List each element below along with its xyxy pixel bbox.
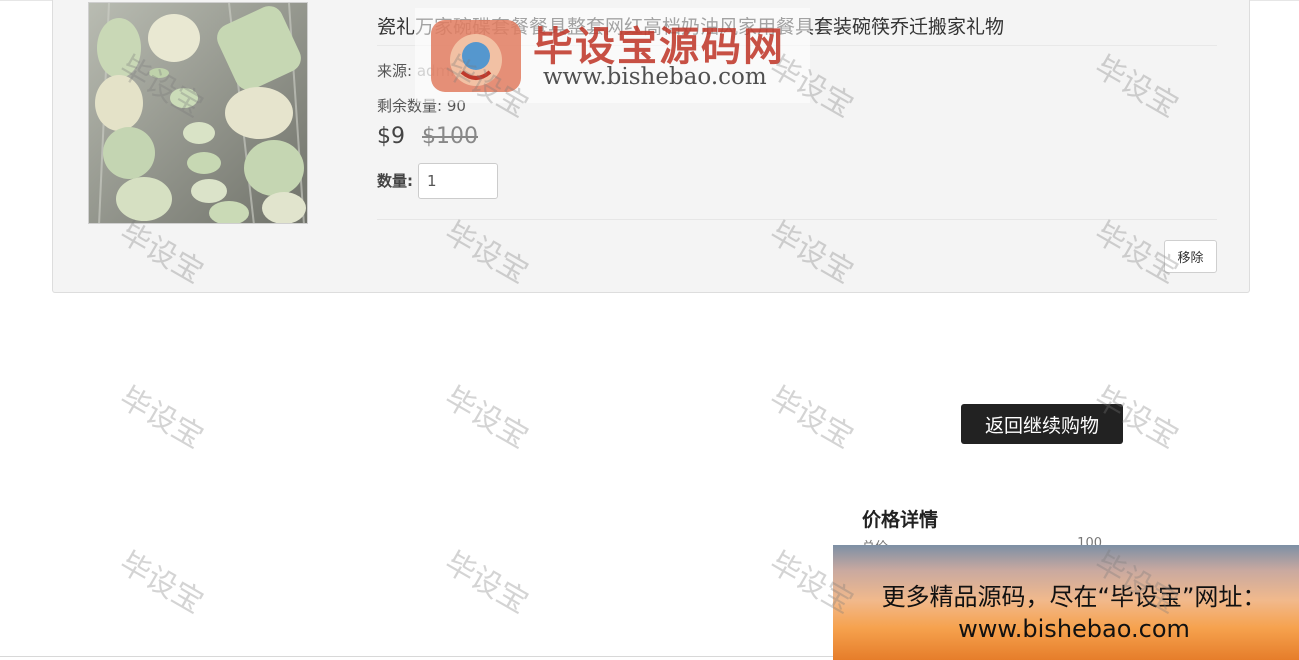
price-details-heading: 价格详情 [862,509,939,531]
promo-line-2: www.bishebao.com [958,615,1190,643]
continue-shopping-button[interactable]: 返回继续购物 [961,404,1123,444]
watermark-text: 毕设宝 [438,380,534,456]
watermark-text: 毕设宝 [113,545,209,621]
promo-banner[interactable]: 更多精品源码，尽在“毕设宝”网址： www.bishebao.com [833,545,1299,660]
logo-badge-icon [431,20,521,92]
quantity-label: 数量: [377,172,413,190]
source-label: 来源: [377,62,413,80]
watermark-text: 毕设宝 [763,380,859,456]
watermark-text: 毕设宝 [113,380,209,456]
product-image[interactable] [88,2,308,224]
promo-line-1: 更多精品源码，尽在“毕设宝”网址： [881,583,1267,611]
product-photo-illustration [89,3,307,223]
price-current: $9 [377,124,405,149]
watermark-text: 毕设宝 [438,545,534,621]
logo-url: www.bishebao.com [543,64,767,90]
remove-button[interactable]: 移除 [1164,240,1217,273]
price-row: $9 $100 [377,124,478,149]
quantity-input[interactable] [418,163,498,199]
site-logo-watermark: 毕设宝源码网 www.bishebao.com [415,8,810,103]
price-original: $100 [422,124,478,149]
actions-divider [377,219,1217,220]
